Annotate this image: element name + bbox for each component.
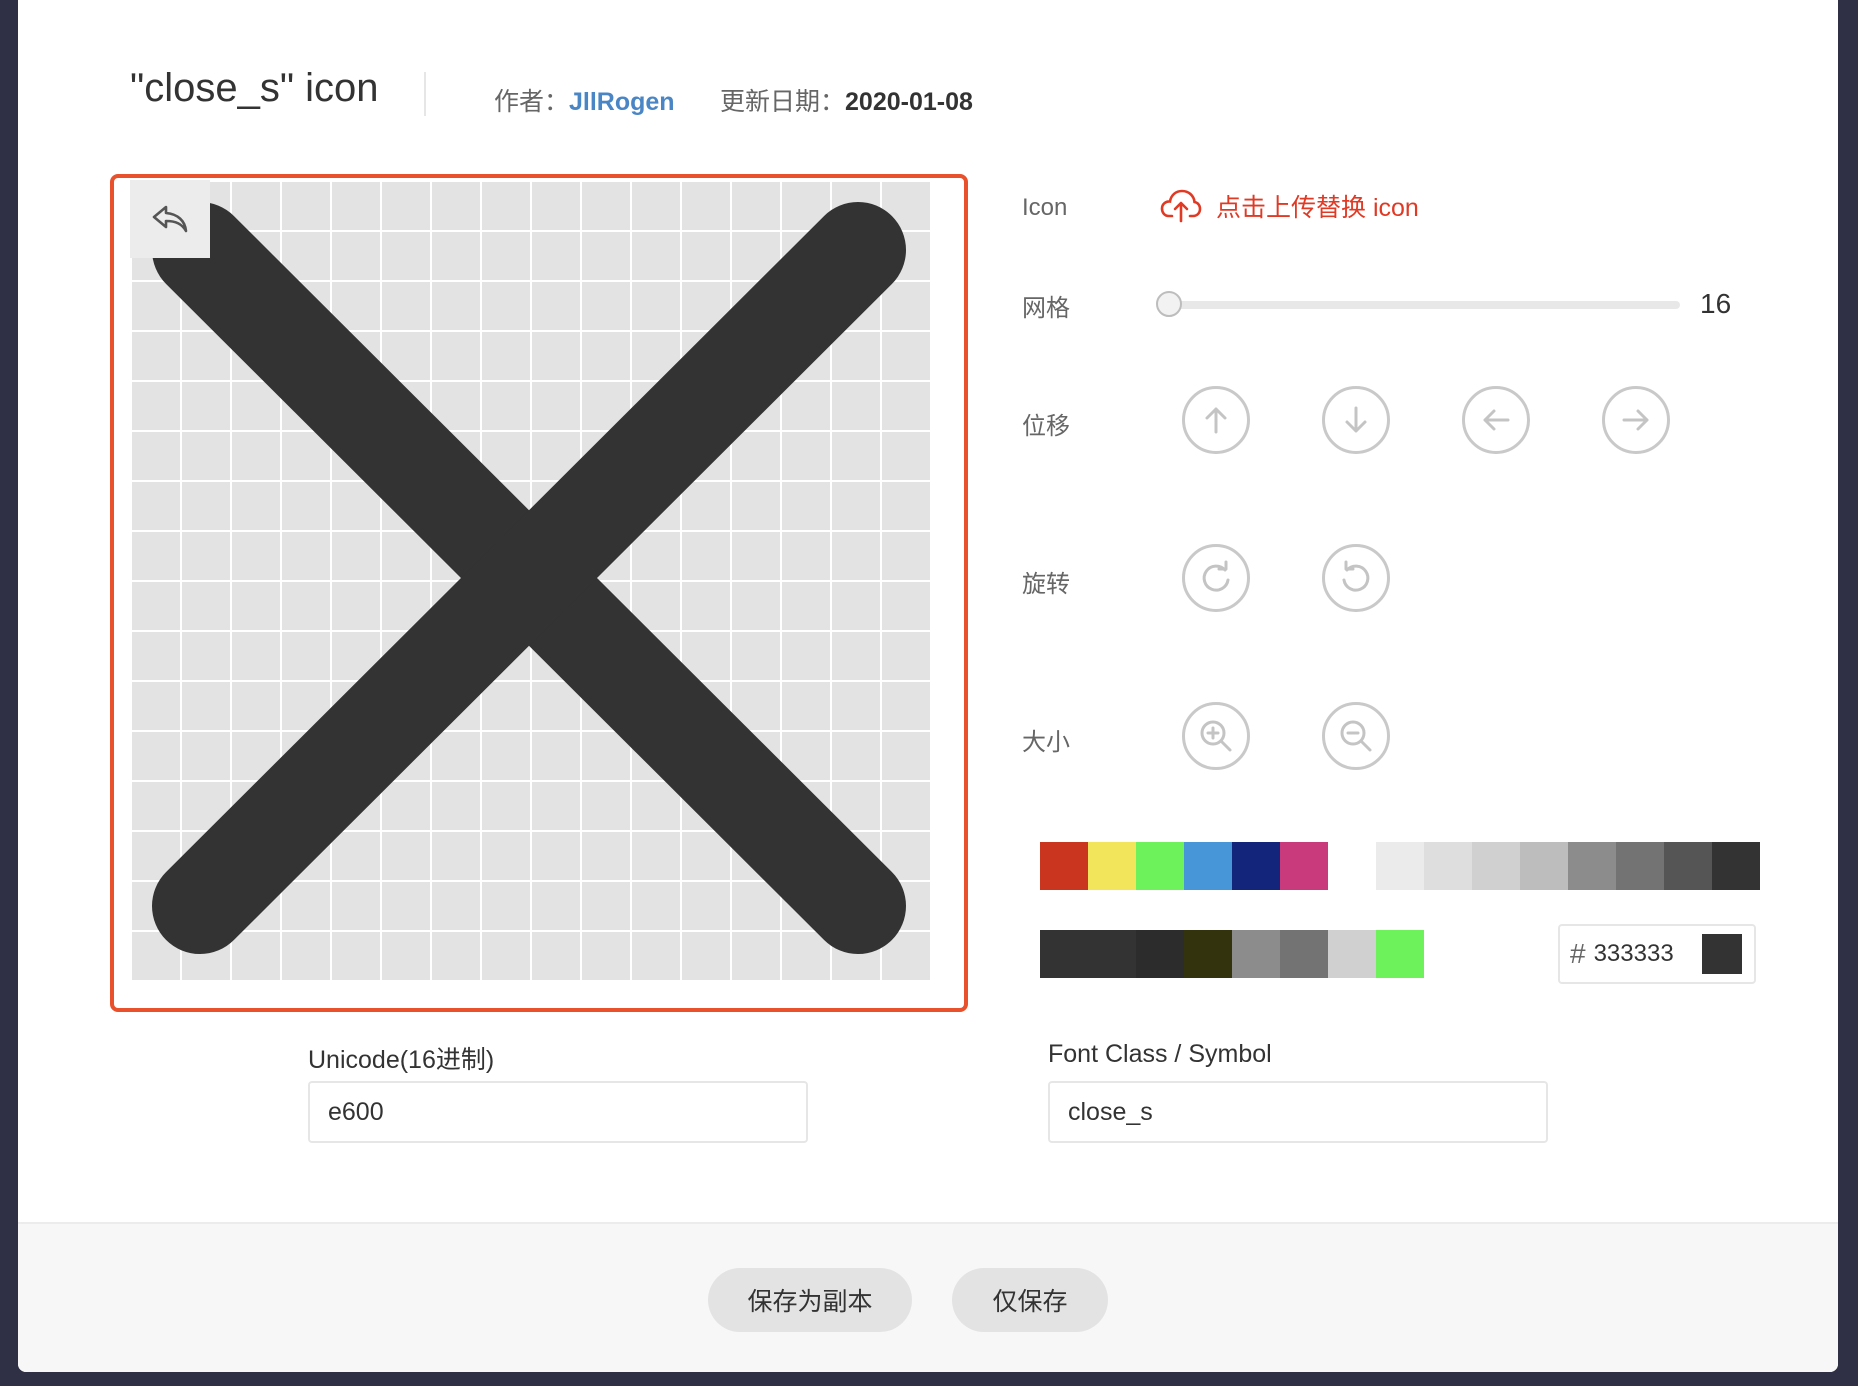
move-right-button[interactable]: [1602, 386, 1670, 454]
color-swatch[interactable]: [1472, 842, 1520, 890]
icon-title: "close_s" icon: [130, 66, 379, 110]
color-swatch[interactable]: [1376, 930, 1424, 978]
color-swatch[interactable]: [1136, 842, 1184, 890]
color-swatch[interactable]: [1520, 842, 1568, 890]
color-swatch[interactable]: [1424, 842, 1472, 890]
author-name[interactable]: JllRogen: [569, 88, 675, 116]
color-swatch[interactable]: [1040, 842, 1088, 890]
grid-slider-track[interactable]: [1170, 301, 1680, 309]
grid-slider-handle[interactable]: [1156, 291, 1182, 317]
arrow-up-icon: [1205, 407, 1227, 434]
color-swatch[interactable]: [1664, 842, 1712, 890]
icon-edit-dialog: "close_s" icon 作者：JllRogen 更新日期：2020-01-…: [18, 0, 1838, 1372]
color-swatch[interactable]: [1184, 930, 1232, 978]
color-swatch[interactable]: [1232, 842, 1280, 890]
grid-value: 16: [1700, 288, 1732, 319]
save-only-button[interactable]: 仅保存: [952, 1268, 1108, 1332]
arrow-left-icon: [1483, 409, 1510, 431]
arrow-right-icon: [1622, 409, 1649, 431]
author-label: 作者：: [494, 88, 570, 116]
move-label: 位移: [1022, 413, 1070, 440]
cloud-upload-icon: [1160, 189, 1202, 223]
upload-replace-button[interactable]: 点击上传替换 icon: [1160, 188, 1419, 224]
icon-label: Icon: [1022, 194, 1068, 221]
date-label: 更新日期：: [720, 88, 846, 116]
undo-button[interactable]: [130, 180, 210, 258]
title-divider: [424, 72, 426, 116]
move-down-button[interactable]: [1322, 386, 1390, 454]
zoom-out-icon: [1340, 720, 1372, 752]
unicode-input[interactable]: [308, 1081, 808, 1143]
color-swatch[interactable]: [1616, 842, 1664, 890]
color-swatch[interactable]: [1136, 930, 1184, 978]
color-swatch[interactable]: [1232, 930, 1280, 978]
move-left-button[interactable]: [1462, 386, 1530, 454]
upload-label: 点击上传替换 icon: [1216, 194, 1419, 222]
unicode-label: Unicode(16进制): [308, 1046, 495, 1074]
color-swatch[interactable]: [1184, 842, 1232, 890]
hex-color-field: #: [1558, 924, 1756, 984]
editor-grid[interactable]: [130, 180, 930, 980]
hex-color-input[interactable]: [1593, 940, 1694, 968]
rotate-cw-icon: [1202, 560, 1230, 592]
move-up-button[interactable]: [1182, 386, 1250, 454]
rotate-counterclockwise-button[interactable]: [1322, 544, 1390, 612]
color-swatch[interactable]: [1712, 842, 1760, 890]
fontclass-input[interactable]: [1048, 1081, 1548, 1143]
color-swatch[interactable]: [1280, 930, 1328, 978]
rotate-clockwise-button[interactable]: [1182, 544, 1250, 612]
save-as-copy-button[interactable]: 保存为副本: [708, 1268, 912, 1332]
zoom-in-button[interactable]: [1182, 702, 1250, 770]
color-swatch[interactable]: [1328, 930, 1376, 978]
hash-symbol: #: [1570, 938, 1586, 969]
size-label: 大小: [1022, 729, 1070, 756]
arrow-down-icon: [1345, 406, 1367, 433]
zoom-out-button[interactable]: [1322, 702, 1390, 770]
update-date: 更新日期：2020-01-08: [720, 82, 973, 118]
color-swatch[interactable]: [1328, 842, 1376, 890]
author-info: 作者：JllRogen: [494, 82, 675, 118]
dialog-footer: [18, 1224, 1838, 1372]
color-swatch[interactable]: [1280, 842, 1328, 890]
fontclass-label: Font Class / Symbol: [1048, 1040, 1272, 1068]
color-swatch[interactable]: [1568, 842, 1616, 890]
close-icon: [152, 202, 906, 954]
color-swatch[interactable]: [1040, 930, 1088, 978]
rotate-ccw-icon: [1342, 560, 1370, 592]
date-value: 2020-01-08: [845, 88, 973, 116]
color-palette-row-1: [1040, 842, 1760, 890]
color-preview-swatch[interactable]: [1701, 934, 1742, 974]
rotate-label: 旋转: [1022, 571, 1070, 598]
color-swatch[interactable]: [1088, 930, 1136, 978]
undo-icon: [152, 205, 188, 233]
color-swatch[interactable]: [1088, 842, 1136, 890]
color-swatch[interactable]: [1376, 842, 1424, 890]
color-palette-row-2: [1040, 930, 1424, 978]
zoom-in-icon: [1200, 720, 1232, 752]
grid-label: 网格: [1022, 295, 1070, 322]
